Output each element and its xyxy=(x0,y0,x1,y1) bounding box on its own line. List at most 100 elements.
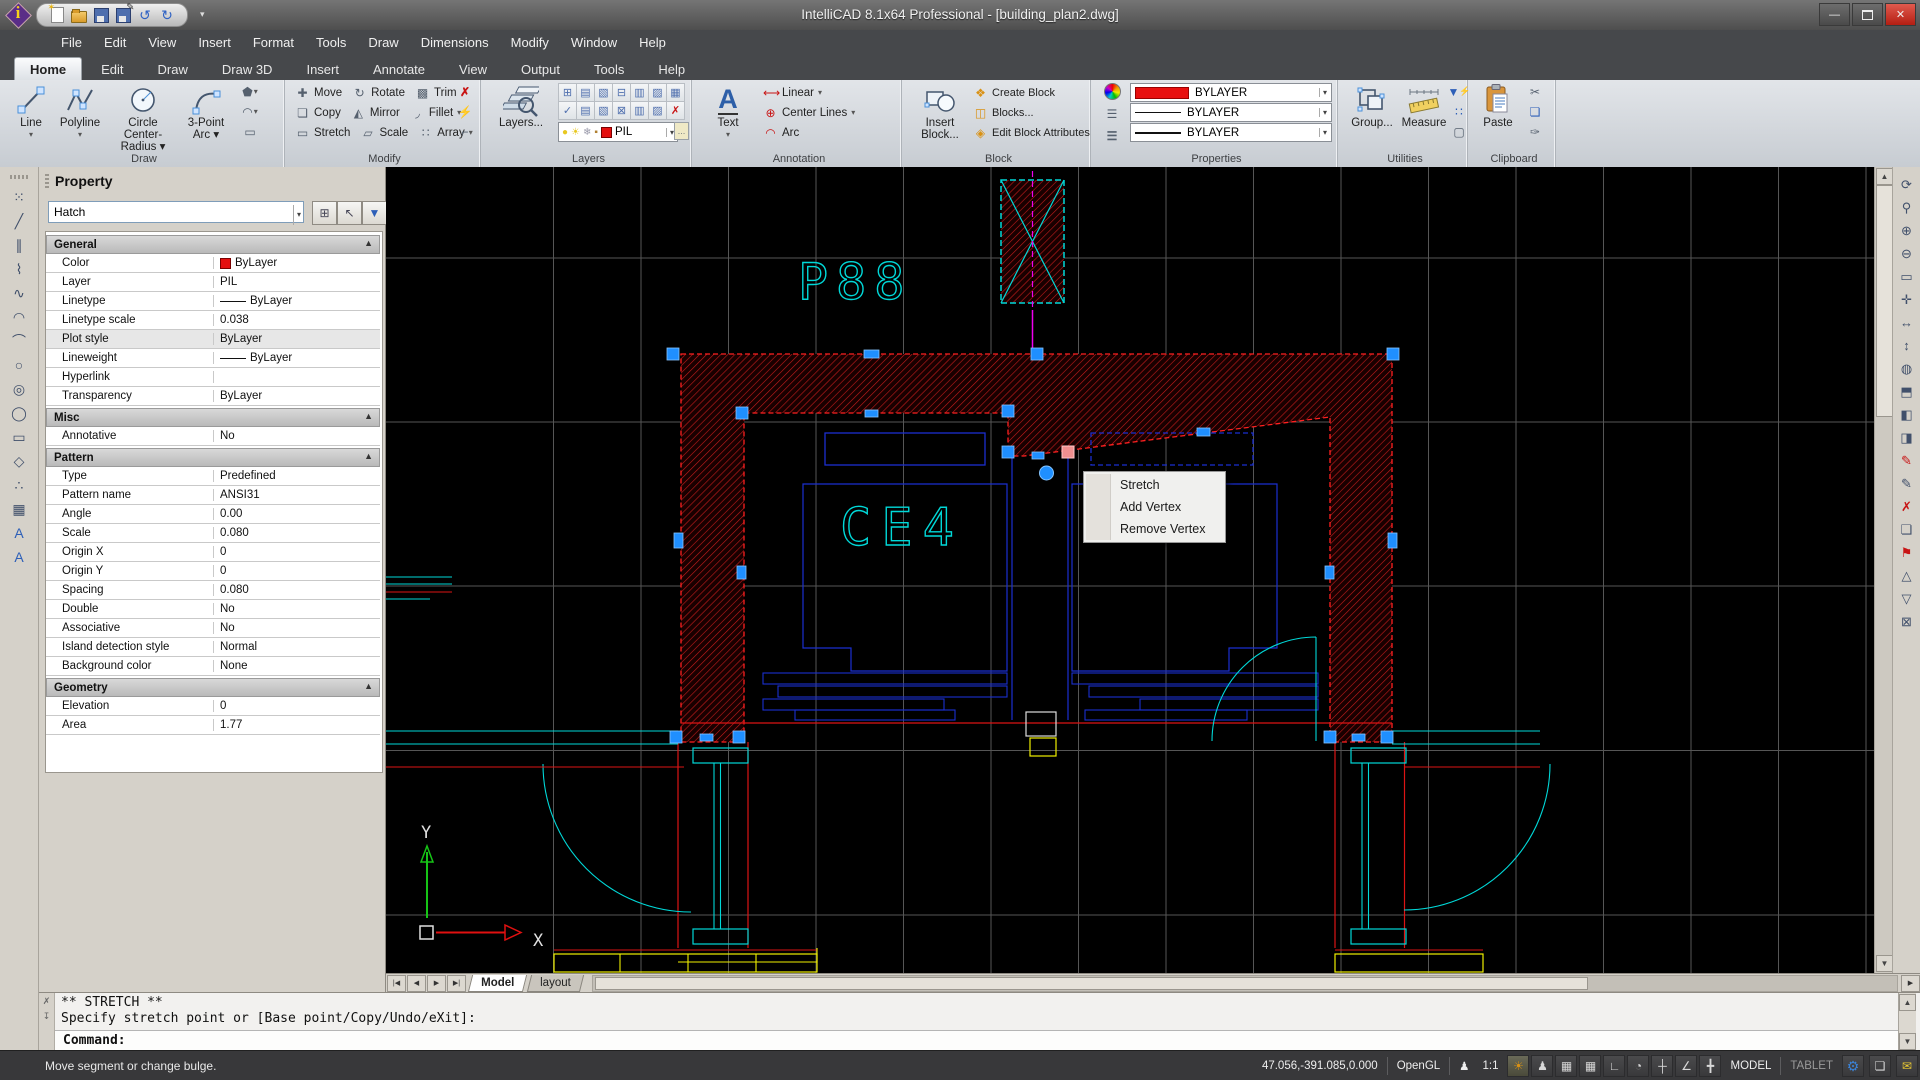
entity-type-select[interactable]: Hatch ▾ xyxy=(48,201,304,223)
tab-model[interactable]: Model xyxy=(468,975,527,992)
property-row[interactable]: Linetype scale 0.038 ▲ xyxy=(46,311,380,330)
text-button[interactable]: A Text ▾ xyxy=(705,83,751,141)
block-button[interactable]: ◈Edit Block Attributes xyxy=(973,123,1090,142)
arc-tool-icon[interactable]: ◠ xyxy=(6,305,32,329)
layer-walk-icon[interactable]: ▧ xyxy=(594,101,613,120)
redline-pencil-icon[interactable]: ✎ xyxy=(1894,449,1920,472)
quick-select-icon[interactable]: ▼⚡ xyxy=(1449,83,1469,100)
property-row[interactable]: Misc ▲ xyxy=(46,408,380,427)
text-tool-icon[interactable]: A xyxy=(6,521,32,545)
toolbar-options-icon[interactable]: ▾ xyxy=(200,9,205,20)
view-top-icon[interactable]: ⬒ xyxy=(1894,380,1920,403)
context-menu-item[interactable]: Stretch xyxy=(1084,474,1225,496)
close-button[interactable]: ✕ xyxy=(1885,3,1916,26)
property-value[interactable]: 0.038 xyxy=(214,314,380,326)
ribbon-tab[interactable]: Home xyxy=(14,57,82,80)
hscroll-thumb[interactable] xyxy=(595,977,1588,990)
group-button[interactable]: Group... xyxy=(1347,83,1397,129)
collapse-arrow-icon[interactable]: ▲ xyxy=(364,681,373,691)
circle-center-radius-button[interactable]: Circle Center-Radius ▾ xyxy=(112,83,174,153)
property-value[interactable]: None xyxy=(214,660,380,672)
property-row[interactable]: Origin Y 0 ▲ xyxy=(46,562,380,581)
layers-button[interactable]: Layers... xyxy=(492,83,550,129)
collapse-arrow-icon[interactable]: ▲ xyxy=(364,411,373,421)
mail-icon[interactable]: ✉ xyxy=(1896,1055,1918,1077)
ribbon-tab[interactable]: Edit xyxy=(86,58,138,80)
modify-button[interactable]: ✚Move xyxy=(295,83,346,102)
collapse-arrow-icon[interactable]: ▲ xyxy=(364,238,373,248)
layer-merge-icon[interactable]: ▦ xyxy=(666,83,685,102)
property-value[interactable]: PIL xyxy=(214,276,380,288)
menu-item[interactable]: Tools xyxy=(305,30,357,55)
etrack-icon[interactable]: ∠ xyxy=(1675,1055,1697,1077)
property-value[interactable]: Normal xyxy=(214,641,380,653)
layer-unlock-icon[interactable]: ⊠ xyxy=(612,101,631,120)
property-row[interactable]: Origin X 0 ▲ xyxy=(46,543,380,562)
paste-button[interactable]: Paste xyxy=(1477,83,1519,129)
canvas-vscrollbar[interactable]: ▲ ▼ xyxy=(1874,167,1892,973)
annotation-button[interactable]: ◠Arc xyxy=(763,123,855,142)
layer-more-button[interactable]: … xyxy=(674,122,689,140)
close-command-icon[interactable]: ✗ xyxy=(43,996,51,1007)
property-value[interactable]: ByLayer xyxy=(214,352,380,364)
property-row[interactable]: Scale 0.080 ▲ xyxy=(46,524,380,543)
dropdown-arrow-icon[interactable]: ▾ xyxy=(666,128,674,137)
scroll-down-icon[interactable]: ▼ xyxy=(1876,955,1893,972)
select-objects-button[interactable]: ↖ xyxy=(337,201,362,225)
line-button[interactable]: Line ▾ xyxy=(10,83,52,141)
column-block[interactable] xyxy=(1001,171,1064,354)
property-row[interactable]: Island detection style Normal ▲ xyxy=(46,638,380,657)
property-row[interactable]: Lineweight ByLayer ▲ xyxy=(46,349,380,368)
esnap-icon[interactable]: ┼ xyxy=(1651,1055,1673,1077)
menu-item[interactable]: File xyxy=(50,30,93,55)
quick-select-button[interactable]: ⊞ xyxy=(312,201,337,225)
property-value[interactable]: No xyxy=(214,430,380,442)
layer-thaw-icon[interactable]: ▨ xyxy=(648,101,667,120)
down-view-icon[interactable]: ▽ xyxy=(1894,587,1920,610)
property-row[interactable]: Color ByLayer ▲ xyxy=(46,254,380,273)
copy-clip-icon[interactable]: ❏ xyxy=(1525,103,1545,120)
lineweight-combo[interactable]: BYLAYER ▾ xyxy=(1130,123,1332,142)
property-row[interactable]: Double No ▲ xyxy=(46,600,380,619)
coordinates-readout[interactable]: 47.056,-391.085,0.000 xyxy=(1258,1060,1382,1072)
color-combo[interactable]: BYLAYER ▾ xyxy=(1130,83,1332,102)
block-button[interactable]: ◫Blocks... xyxy=(973,103,1090,122)
pan-v-icon[interactable]: ↕ xyxy=(1894,334,1920,357)
property-value[interactable]: ByLayer xyxy=(214,257,380,269)
scroll-up-icon[interactable]: ▲ xyxy=(1876,168,1893,185)
rectangle-tool-icon[interactable]: ▭ xyxy=(6,425,32,449)
grid-display-icon[interactable]: ▦ xyxy=(1579,1055,1601,1077)
maximize-button[interactable] xyxy=(1852,3,1883,26)
color-wheel-icon[interactable] xyxy=(1104,83,1121,100)
layer-properties-icon[interactable]: ⊞ xyxy=(558,83,577,102)
vscroll-thumb[interactable] xyxy=(1876,185,1893,417)
property-value[interactable]: ByLayer xyxy=(214,333,380,345)
modify-button[interactable]: ▭Stretch xyxy=(295,123,354,142)
modify-button[interactable]: ◭Mirror xyxy=(351,103,404,122)
toolbar-grip[interactable] xyxy=(10,175,28,179)
ribbon-tab[interactable]: Draw 3D xyxy=(207,58,288,80)
model-space-toggle[interactable]: MODEL xyxy=(1726,1060,1775,1072)
cut-icon[interactable]: ✂ xyxy=(1525,83,1545,100)
property-row[interactable]: Linetype ByLayer ▲ xyxy=(46,292,380,311)
circle-tool-icon[interactable]: ○ xyxy=(6,353,32,377)
orbit-icon[interactable]: ◍ xyxy=(1894,357,1920,380)
layer-current-icon[interactable]: ✓ xyxy=(558,101,577,120)
tab-layout[interactable]: layout xyxy=(527,975,584,992)
new-file-icon[interactable] xyxy=(49,7,65,23)
menu-item[interactable]: View xyxy=(137,30,187,55)
point-tool-icon[interactable]: ∴ xyxy=(6,473,32,497)
match-properties-icon[interactable]: ✑ xyxy=(1525,123,1545,140)
door-right[interactable] xyxy=(1335,742,1550,948)
open-file-icon[interactable] xyxy=(71,7,87,23)
lineweight-icon[interactable]: ☰ xyxy=(1104,127,1120,144)
property-row[interactable]: Hyperlink ▲ xyxy=(46,368,380,387)
dropdown-arrow-icon[interactable]: ▾ xyxy=(293,205,301,225)
close-view-icon[interactable]: ⊠ xyxy=(1894,610,1920,633)
minimize-button[interactable]: — xyxy=(1819,3,1850,26)
layer-delete-icon[interactable]: ✗ xyxy=(666,101,685,120)
ribbon-tab[interactable]: Help xyxy=(643,58,700,80)
property-row[interactable]: Plot style ByLayer ▲ xyxy=(46,330,380,349)
next-sheet-icon[interactable]: ▶ xyxy=(427,975,446,992)
app-logo-icon[interactable]: i xyxy=(4,1,32,29)
